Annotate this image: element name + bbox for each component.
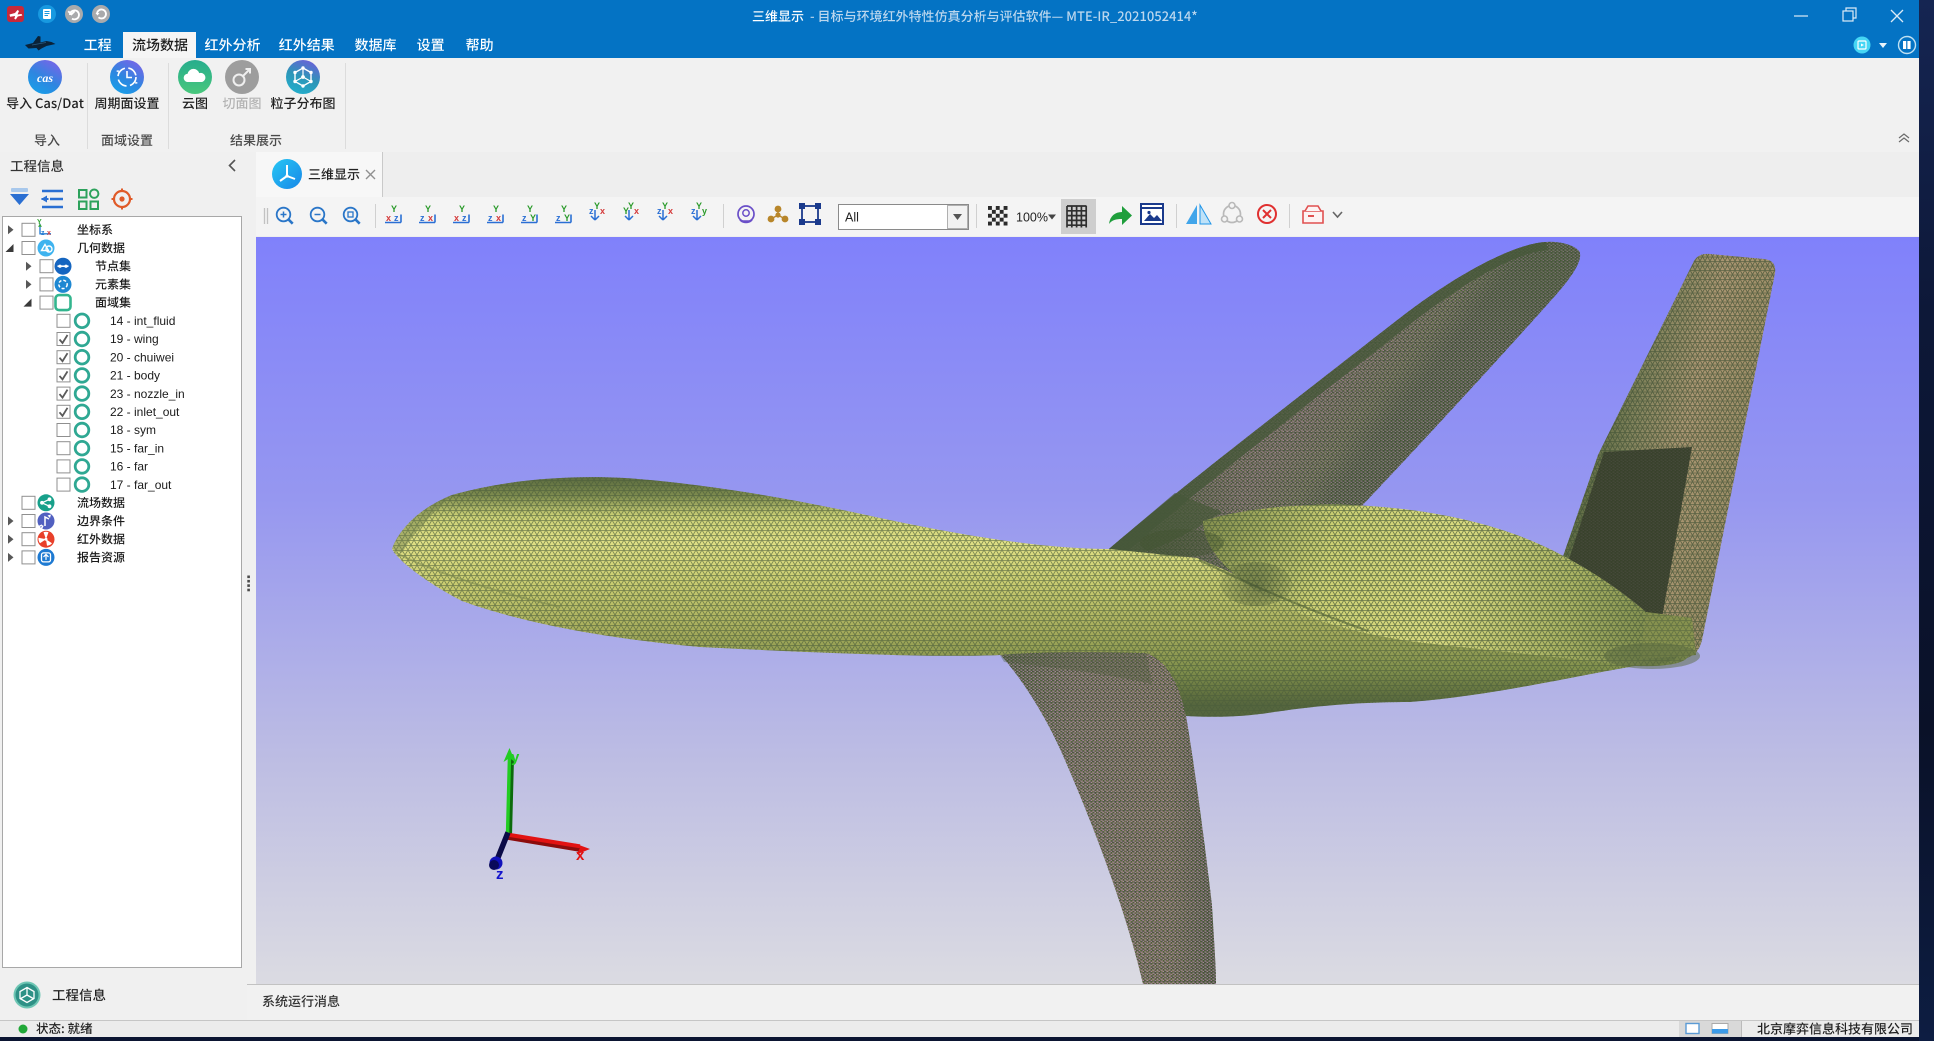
- svg-text:15 - far_in: 15 - far_in: [110, 441, 164, 455]
- svg-text:Y: Y: [561, 204, 567, 214]
- svg-text:19 - wing: 19 - wing: [110, 332, 159, 346]
- svg-text:x: x: [600, 206, 605, 216]
- svg-text:16 - far: 16 - far: [110, 460, 148, 474]
- svg-text:x: x: [47, 230, 51, 237]
- svg-text:23 - nozzle_in: 23 - nozzle_in: [110, 387, 185, 401]
- svg-text:100%: 100%: [1016, 211, 1048, 225]
- svg-text:x: x: [428, 213, 433, 223]
- svg-text:z: z: [462, 213, 467, 223]
- svg-text:Y: Y: [425, 204, 431, 214]
- svg-text:z: z: [488, 213, 493, 223]
- svg-text:Y: Y: [527, 204, 533, 214]
- svg-text:Y: Y: [628, 201, 634, 211]
- svg-text:Y: Y: [564, 213, 570, 223]
- svg-text:Y: Y: [662, 201, 668, 211]
- svg-text:y: y: [702, 206, 707, 216]
- svg-text:20 - chuiwei: 20 - chuiwei: [110, 350, 174, 364]
- svg-text:14 - int_fluid: 14 - int_fluid: [110, 314, 175, 328]
- svg-text:Y: Y: [696, 201, 702, 211]
- svg-text:Y: Y: [594, 201, 600, 211]
- svg-text:z: z: [496, 866, 504, 883]
- svg-text:22 - inlet_out: 22 - inlet_out: [110, 405, 180, 419]
- svg-text:z: z: [420, 213, 425, 223]
- svg-text:Y: Y: [37, 219, 42, 226]
- svg-text:x: x: [668, 206, 673, 216]
- svg-text:Y: Y: [459, 204, 465, 214]
- svg-text:z: z: [41, 230, 45, 237]
- svg-text:17 - far_out: 17 - far_out: [110, 478, 172, 492]
- svg-text:x: x: [454, 213, 459, 223]
- svg-text:21 - body: 21 - body: [110, 369, 160, 383]
- svg-text:x: x: [634, 206, 639, 216]
- svg-text:y: y: [511, 749, 520, 766]
- svg-text:Y: Y: [530, 213, 536, 223]
- svg-text:x: x: [386, 213, 391, 223]
- svg-text:Y: Y: [493, 204, 499, 214]
- svg-text:18 - sym: 18 - sym: [110, 423, 156, 437]
- svg-text:Y: Y: [391, 204, 397, 214]
- svg-text:z: z: [394, 213, 399, 223]
- svg-text:x: x: [496, 213, 501, 223]
- svg-text:x: x: [576, 847, 585, 864]
- svg-text:z: z: [556, 213, 561, 223]
- svg-text:cas: cas: [37, 71, 53, 85]
- svg-text:All: All: [845, 211, 859, 225]
- svg-text:z: z: [522, 213, 527, 223]
